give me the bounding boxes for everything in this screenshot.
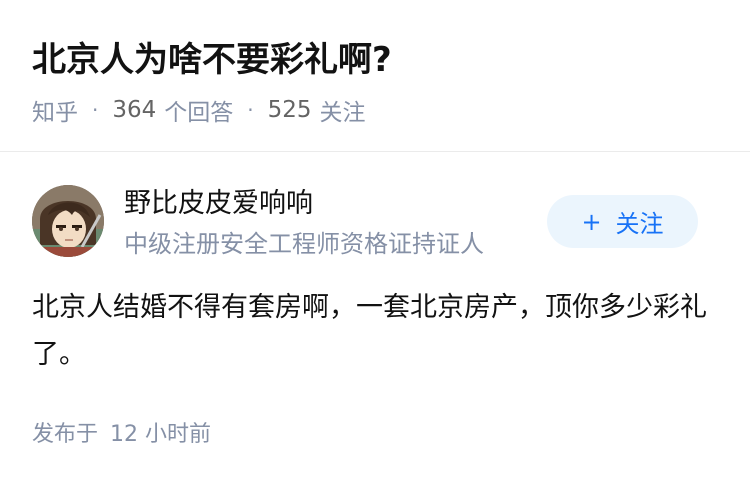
answer-content: 北京人结婚不得有套房啊，一套北京房产，顶你多少彩礼了。 xyxy=(32,292,707,370)
meta-separator: · xyxy=(247,98,254,122)
author-name[interactable]: 野比皮皮爱响响 xyxy=(124,184,313,224)
anime-character-avatar-icon xyxy=(32,185,104,257)
meta-separator: · xyxy=(92,98,99,122)
publish-time-value: 12 小时前 xyxy=(110,422,212,447)
publish-prefix: 发布于 xyxy=(32,422,99,447)
author-bio: 中级注册安全工程师资格证持证人 xyxy=(124,230,484,258)
question-meta: 知乎 · 364 个回答 · 525 关注 xyxy=(32,92,366,128)
follow-button-label: 关注 xyxy=(615,210,664,238)
source-label[interactable]: 知乎 xyxy=(32,93,78,127)
answer-count: 364 xyxy=(112,97,157,123)
follow-button[interactable]: + 关注 xyxy=(547,195,698,248)
question-header: 北京人为啥不要彩礼啊? 知乎 · 364 个回答 · 525 关注 xyxy=(0,0,750,152)
question-title[interactable]: 北京人为啥不要彩礼啊? xyxy=(32,34,392,86)
plus-icon: + xyxy=(581,207,602,236)
zhihu-answer-page: 北京人为啥不要彩礼啊? 知乎 · 364 个回答 · 525 关注 野比皮皮爱响… xyxy=(0,0,750,486)
avatar[interactable] xyxy=(32,185,104,257)
section-divider xyxy=(0,151,750,152)
publish-time: 发布于 12 小时前 xyxy=(32,418,211,452)
answer-count-label: 个回答 xyxy=(164,100,234,126)
follower-count-label: 关注 xyxy=(319,100,366,126)
follower-count: 525 xyxy=(267,97,312,123)
